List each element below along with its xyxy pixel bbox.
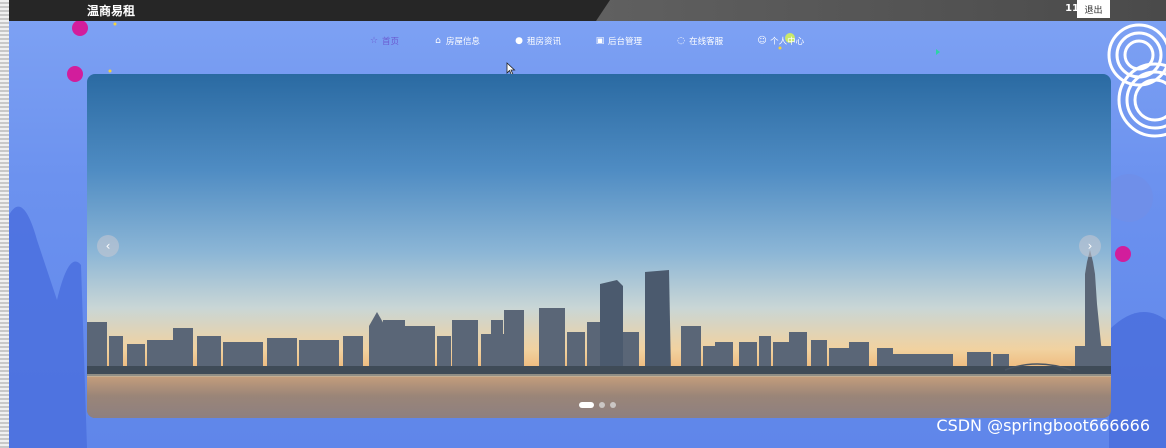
page-viewport: 温商易租 11 退出 ☆ 首页 ⌂ 房屋信息 ● 租房资讯 ▣ 后台管理 ◌ 在… [9,0,1166,448]
nav-item-home[interactable]: ☆ 首页 [369,34,399,48]
nav-item-label: 个人中心 [770,37,805,47]
nav-item-label: 首页 [382,37,400,47]
nav-item-label: 租房资讯 [527,37,562,47]
carousel-prev-button[interactable]: ‹ [97,235,119,257]
window-edge [0,0,9,448]
nav-item-support[interactable]: ◌ 在线客服 [676,34,723,48]
nav-item-house-info[interactable]: ⌂ 房屋信息 [433,34,480,48]
carousel-banner[interactable]: ‹ › [87,74,1111,418]
nav-item-admin[interactable]: ▣ 后台管理 [595,34,642,48]
carousel-next-button[interactable]: › [1079,235,1101,257]
briefcase-icon: ▣ [595,36,605,46]
brand-title: 温商易租 [87,4,136,18]
logout-button[interactable]: 退出 [1077,0,1110,18]
main-nav: ☆ 首页 ⌂ 房屋信息 ● 租房资讯 ▣ 后台管理 ◌ 在线客服 ☺ 个人中心 [369,34,838,48]
carousel-dot[interactable] [610,402,616,408]
user-icon: ☺ [757,36,767,46]
nav-item-profile[interactable]: ☺ 个人中心 [757,34,804,48]
info-icon: ● [515,36,523,46]
csdn-watermark: CSDN @springboot666666 [936,416,1150,435]
carousel-indicators [579,402,616,408]
headset-icon: ◌ [677,36,685,46]
carousel-dot[interactable] [599,402,605,408]
nav-item-label: 后台管理 [608,37,643,47]
top-bar: 温商易租 11 退出 [9,0,1166,21]
carousel-dot[interactable] [579,402,594,408]
chevron-right-icon: › [1087,239,1093,253]
skyline-image [87,250,1111,418]
nav-item-label: 在线客服 [689,37,724,47]
chevron-left-icon: ‹ [105,239,111,253]
home-icon: ⌂ [435,36,441,46]
nav-item-label: 房屋信息 [446,37,481,47]
star-icon: ☆ [369,36,379,46]
nav-item-rental-news[interactable]: ● 租房资讯 [514,34,561,48]
